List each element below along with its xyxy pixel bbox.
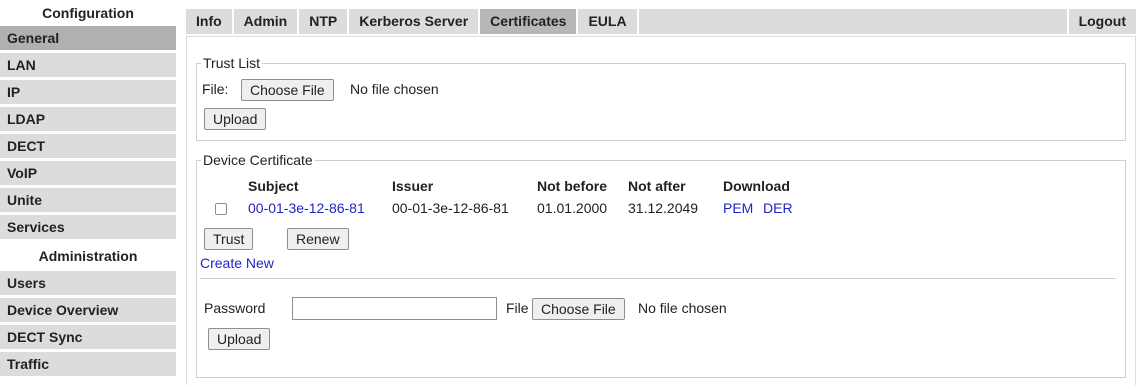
col-not-before: Not before [537,178,607,194]
col-download: Download [723,178,790,194]
renew-button[interactable]: Renew [287,228,349,250]
tab-info[interactable]: Info [186,9,234,34]
trust-file-label: File: [202,81,229,97]
sidebar-item-general[interactable]: General [0,26,176,50]
cert-not-after: 31.12.2049 [628,200,699,216]
trust-choose-file-button[interactable]: Choose File [241,79,334,101]
sidebar-item-dect[interactable]: DECT [0,134,176,158]
sidebar-header-configuration: Configuration [0,0,176,26]
trust-list-fieldset: Trust List File: Choose File No file cho… [196,55,1126,141]
cert-choose-file-button[interactable]: Choose File [532,298,625,320]
device-certificate-fieldset: Device Certificate Subject Issuer Not be… [196,152,1126,378]
logout-button[interactable]: Logout [1069,9,1136,34]
col-not-after: Not after [628,178,686,194]
main-content: Trust List File: Choose File No file cho… [186,36,1136,385]
sidebar-header-administration: Administration [0,242,176,271]
download-pem-link[interactable]: PEM [723,200,753,216]
sidebar-item-device-overview[interactable]: Device Overview [0,298,176,322]
password-input[interactable] [292,297,497,320]
create-new-link[interactable]: Create New [200,255,274,271]
nav-spacer [639,9,1069,34]
sidebar-item-services[interactable]: Services [0,215,176,239]
cert-no-file-text: No file chosen [638,300,727,316]
trust-upload-button[interactable]: Upload [204,108,267,130]
tab-eula[interactable]: EULA [578,9,639,34]
divider [200,278,1116,279]
trust-no-file-text: No file chosen [350,81,439,97]
sidebar-item-ldap[interactable]: LDAP [0,107,176,131]
sidebar-item-lan[interactable]: LAN [0,53,176,77]
sidebar: Configuration General LAN IP LDAP DECT V… [0,0,176,385]
col-subject: Subject [248,178,299,194]
trust-button[interactable]: Trust [204,228,254,250]
col-issuer: Issuer [392,178,434,194]
download-der-link[interactable]: DER [763,200,793,216]
tab-kerberos-server[interactable]: Kerberos Server [349,9,481,34]
sidebar-item-users[interactable]: Users [0,271,176,295]
file-label: File [506,300,529,316]
sidebar-item-ip[interactable]: IP [0,80,176,104]
device-certificate-legend: Device Certificate [203,152,313,168]
cert-upload-button[interactable]: Upload [208,328,271,350]
tab-ntp[interactable]: NTP [299,9,350,34]
password-label: Password [204,300,266,316]
cert-subject-link[interactable]: 00-01-3e-12-86-81 [248,200,365,216]
cert-not-before: 01.01.2000 [537,200,608,216]
cert-issuer: 00-01-3e-12-86-81 [392,200,509,216]
top-nav: Info Admin NTP Kerberos Server Certifica… [186,9,1136,34]
sidebar-item-traffic[interactable]: Traffic [0,352,176,376]
cert-row-checkbox[interactable] [215,203,227,215]
sidebar-item-unite[interactable]: Unite [0,188,176,212]
tab-admin[interactable]: Admin [234,9,300,34]
sidebar-item-voip[interactable]: VoIP [0,161,176,185]
sidebar-item-dect-sync[interactable]: DECT Sync [0,325,176,349]
trust-list-legend: Trust List [203,55,261,71]
tab-certificates[interactable]: Certificates [480,9,579,34]
